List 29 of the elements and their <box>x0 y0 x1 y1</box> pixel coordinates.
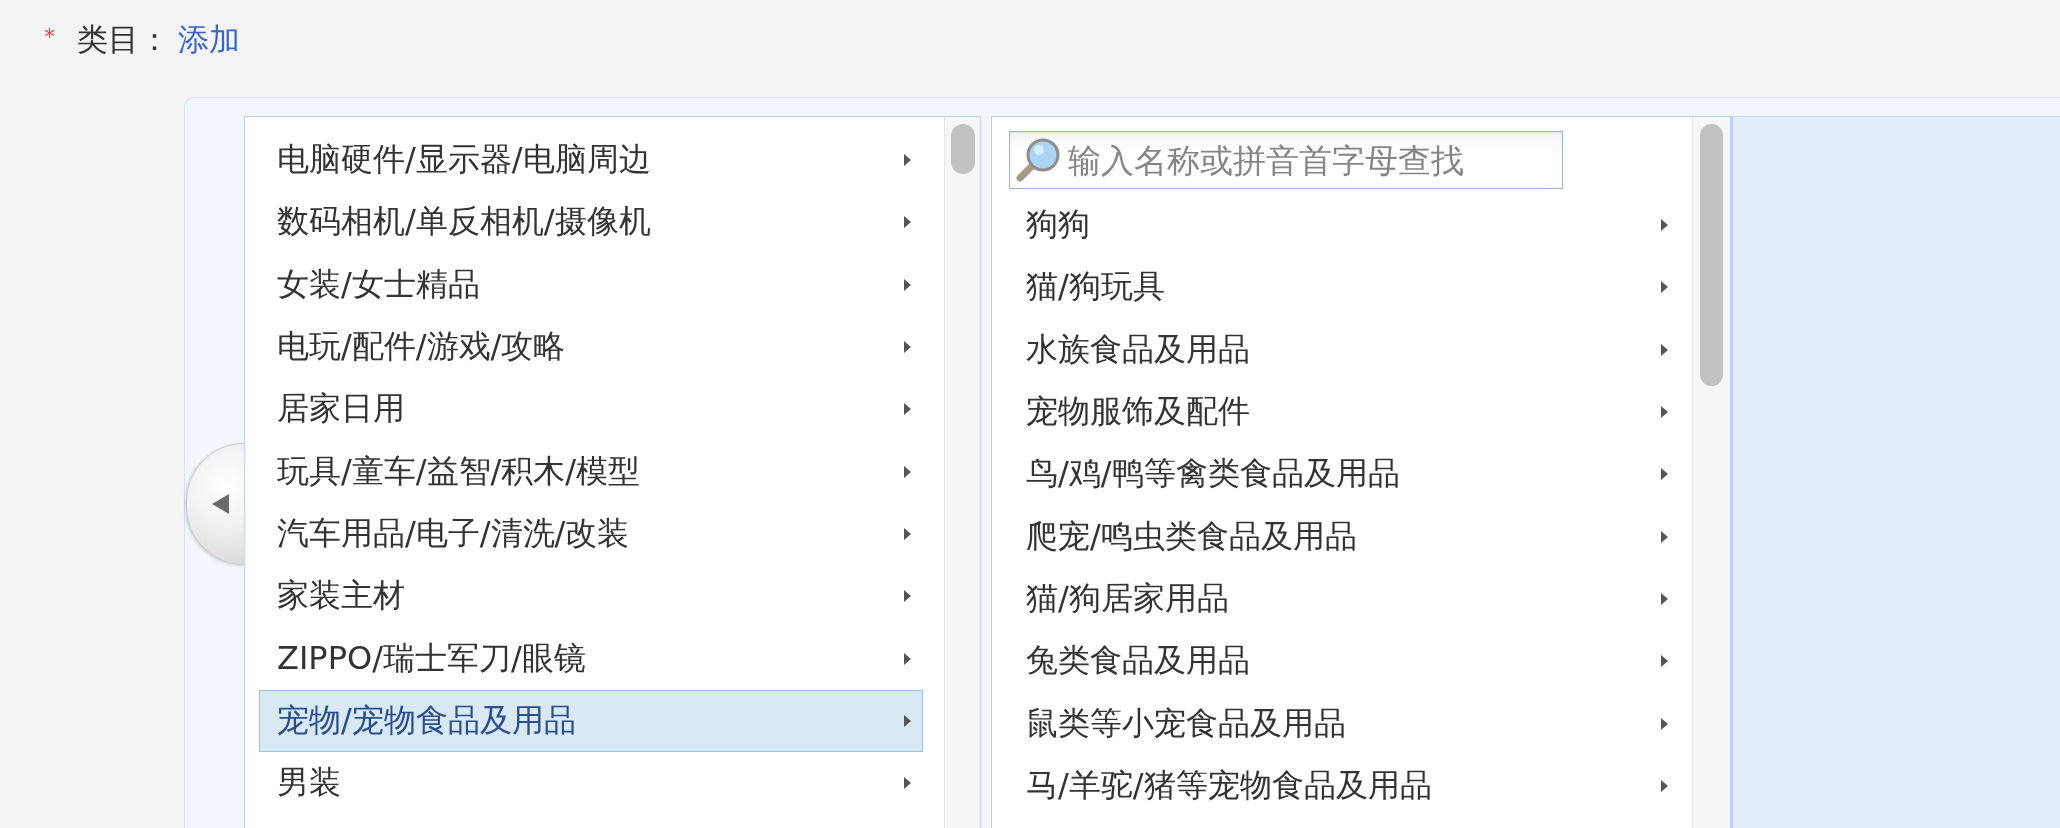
category-item[interactable]: 玩具/童车/益智/积木/模型 <box>259 440 923 503</box>
category-item[interactable]: 鸟/鸡/鸭等禽类食品及用品 <box>1007 443 1680 506</box>
category-item[interactable]: 女装/女士精品 <box>259 253 923 316</box>
field-label: 类目： <box>77 20 170 59</box>
search-field[interactable]: 输入名称或拼音首字母查找 <box>1009 131 1563 189</box>
required-mark: * <box>44 23 55 49</box>
category-item[interactable]: 汽车用品/电子/清洗/改装 <box>259 502 923 566</box>
category-item[interactable]: 猫/狗居家用品 <box>1007 567 1680 631</box>
category-item[interactable]: 狗狗 <box>1007 194 1680 257</box>
category-item[interactable]: 男装 <box>259 751 923 815</box>
category-item[interactable]: 数码相机/单反相机/摄像机 <box>259 191 923 254</box>
category-item[interactable]: 宠物服饰及配件 <box>1007 380 1680 444</box>
search-icon <box>1014 136 1062 184</box>
category-item[interactable]: 猫/狗玩具 <box>1007 256 1680 319</box>
category-item[interactable]: 马/羊驼/猪等宠物食品及用品 <box>1007 754 1680 817</box>
add-link[interactable]: 添加 <box>178 19 240 61</box>
left-triangle-icon <box>212 494 229 514</box>
category-item[interactable]: 爬宠/鸣虫类食品及用品 <box>1007 505 1680 568</box>
category-item[interactable]: 家装主材 <box>259 565 923 628</box>
category-item[interactable]: 鼠类等小宠食品及用品 <box>1007 692 1680 755</box>
category-item[interactable]: 居家日用 <box>259 378 923 441</box>
category-item[interactable]: 兔类食品及用品 <box>1007 630 1680 693</box>
category-item[interactable]: ZIPPO/瑞士军刀/眼镜 <box>259 627 923 690</box>
category-item[interactable]: 电脑硬件/显示器/电脑周边 <box>259 129 923 192</box>
category-item[interactable]: 水族食品及用品 <box>1007 318 1680 381</box>
scrollbar-thumb[interactable] <box>950 124 975 174</box>
scrollbar-thumb[interactable] <box>1700 124 1723 386</box>
category-item[interactable]: 电玩/配件/游戏/攻略 <box>259 315 923 379</box>
category-item[interactable]: 宠物/宠物食品及用品 <box>259 689 923 752</box>
